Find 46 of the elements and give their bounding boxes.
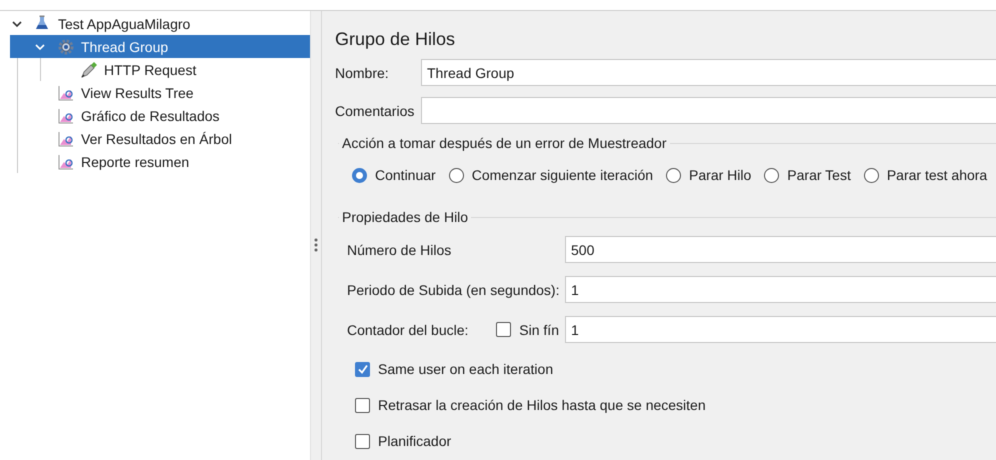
checkbox-label[interactable]: Sin fín <box>519 322 559 338</box>
radio-label[interactable]: Parar Test <box>787 167 851 183</box>
field-label: Periodo de Subida (en segundos): <box>347 282 560 298</box>
tree-item[interactable]: Thread Group <box>10 35 310 58</box>
checkbox[interactable] <box>496 322 512 337</box>
chart-icon <box>57 84 75 102</box>
radio-label[interactable]: Parar Hilo <box>689 167 752 183</box>
text-field[interactable]: 1 <box>565 316 996 343</box>
radio-button[interactable] <box>864 168 879 182</box>
radio-button[interactable] <box>352 168 367 182</box>
pipette-icon <box>80 60 98 78</box>
tree-item[interactable]: HTTP Request <box>10 58 310 81</box>
text-field[interactable]: 1 <box>565 276 996 303</box>
checkbox-label[interactable]: Planificador <box>378 433 452 449</box>
radio-label[interactable]: Continuar <box>375 167 436 183</box>
tree-item[interactable]: Ver Resultados en Árbol <box>10 127 310 150</box>
radio-button[interactable] <box>666 168 682 182</box>
tree-item[interactable]: Test AppAguaMilagro <box>10 12 310 35</box>
chart-icon <box>57 130 75 148</box>
checkbox[interactable] <box>355 362 370 376</box>
field-label: Contador del bucle: <box>347 322 468 338</box>
tree-item[interactable]: View Results Tree <box>10 81 310 104</box>
tree-item[interactable]: Reporte resumen <box>10 150 310 173</box>
radio-button[interactable] <box>448 168 464 182</box>
text-field[interactable]: Thread Group <box>421 59 996 86</box>
checkbox[interactable] <box>355 398 370 412</box>
checkbox-label[interactable]: Retrasar la creación de Hilos hasta que se necesiten <box>378 397 706 413</box>
text-field[interactable]: 500 <box>565 236 996 263</box>
group-title: Acción a tomar después de un error de Muestreador <box>341 135 668 151</box>
chevron-down-icon[interactable] <box>12 18 22 28</box>
splitter-handle-icon[interactable] <box>314 238 318 252</box>
checkbox-label[interactable]: Same user on each iteration <box>378 361 554 377</box>
chart-icon <box>57 152 75 170</box>
chart-icon <box>57 106 75 124</box>
radio-button[interactable] <box>764 168 780 182</box>
field-label: Número de Hilos <box>347 242 452 258</box>
panel-title: Grupo de Hilos <box>335 28 456 50</box>
tree-item[interactable]: Gráfico de Resultados <box>10 104 310 127</box>
field-label: Nombre: <box>335 64 390 80</box>
radio-label[interactable]: Comenzar siguiente iteración <box>472 167 654 183</box>
checkbox[interactable] <box>355 434 370 448</box>
text-field[interactable] <box>421 97 996 124</box>
radio-label[interactable]: Parar test ahora <box>886 167 988 183</box>
field-label: Comentarios <box>335 102 416 118</box>
gear-icon <box>57 38 75 56</box>
group-title: Propiedades de Hilo <box>341 209 470 225</box>
